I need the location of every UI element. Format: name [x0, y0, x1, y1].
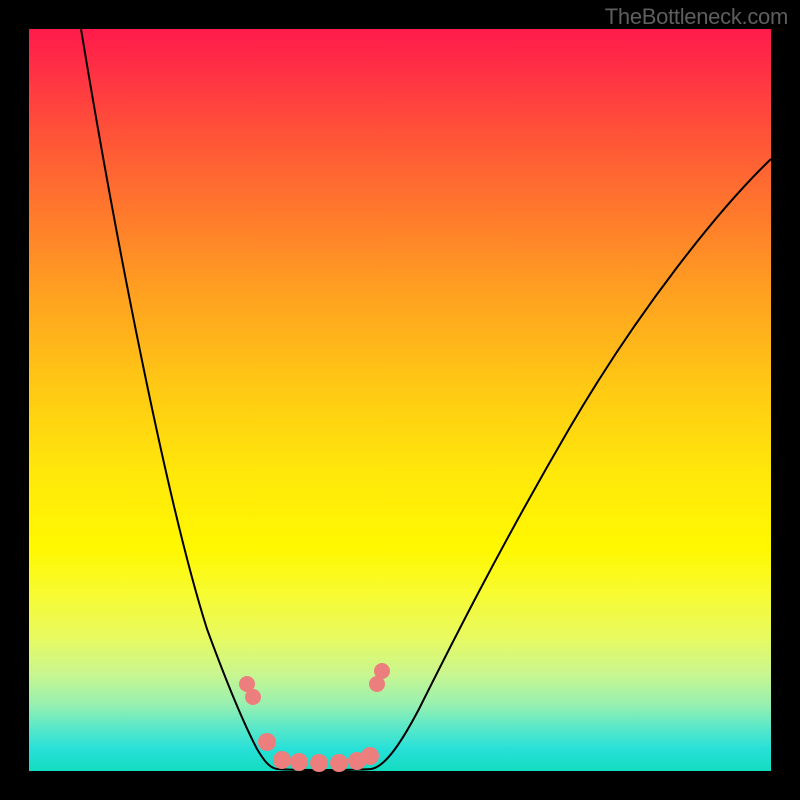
data-dot: [361, 747, 379, 765]
data-dot: [245, 689, 261, 705]
watermark-text: TheBottleneck.com: [605, 4, 788, 30]
data-dot: [290, 753, 308, 771]
data-dot: [258, 733, 276, 751]
plot-area: [29, 29, 771, 771]
chart-frame: TheBottleneck.com: [0, 0, 800, 800]
bottleneck-curve-right: [324, 159, 771, 770]
curve-svg: [29, 29, 771, 771]
data-dot: [374, 663, 390, 679]
data-dot: [310, 754, 328, 772]
data-dot: [330, 754, 348, 772]
bottleneck-curve-left: [81, 29, 324, 770]
data-dot: [273, 751, 291, 769]
